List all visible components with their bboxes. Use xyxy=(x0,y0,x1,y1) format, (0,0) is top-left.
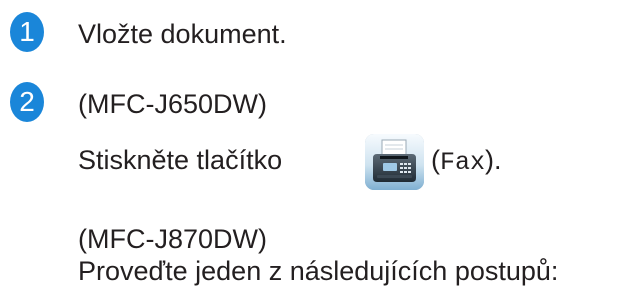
open-paren: ( xyxy=(431,145,440,175)
step-2-instruction: Proveďte jeden z následujících postupů: xyxy=(78,256,559,286)
step-number-badge: 2 xyxy=(10,82,44,122)
model-label-j650dw: (MFC-J650DW) xyxy=(78,89,267,119)
fax-icon xyxy=(365,134,424,190)
fax-button-label-line: (Fax). xyxy=(431,144,502,179)
press-prefix-text: Stiskněte tlačítko xyxy=(78,145,283,175)
step-1-text: Vložte dokument. xyxy=(78,19,287,49)
close-paren: ). xyxy=(485,145,502,175)
press-instruction: Stiskněte tlačítko xyxy=(78,144,282,176)
step-number-badge: 1 xyxy=(10,12,44,52)
model-label-j870dw: (MFC-J870DW) xyxy=(78,224,267,254)
fax-button-label: Fax xyxy=(440,148,486,177)
